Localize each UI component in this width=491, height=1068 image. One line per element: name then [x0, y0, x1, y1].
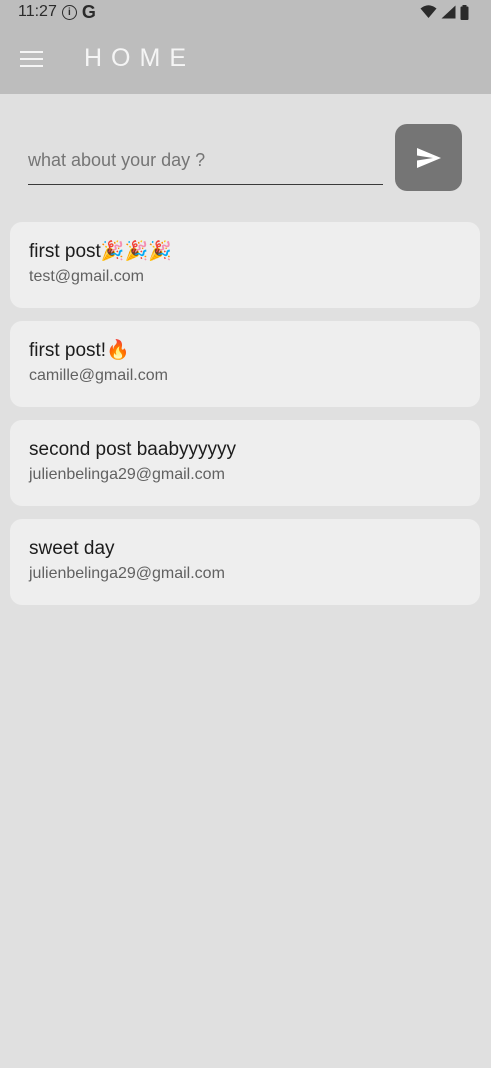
post-author-email: julienbelinga29@gmail.com: [29, 466, 225, 483]
google-icon: G: [81, 1, 96, 22]
send-icon: [416, 147, 441, 168]
post-title: first post!🔥: [29, 340, 130, 361]
status-bar: 11:27 i G: [0, 0, 491, 24]
post-card[interactable]: first post🎉🎉🎉 test@gmail.com: [10, 222, 480, 308]
info-icon: i: [61, 4, 77, 20]
signal-icon: [441, 5, 456, 19]
page-title: HOME: [84, 44, 195, 72]
battery-icon: [460, 4, 469, 20]
post-composer: [28, 123, 464, 193]
status-right: [420, 4, 469, 20]
post-title: first post🎉🎉🎉: [29, 241, 172, 262]
post-card[interactable]: sweet day julienbelinga29@gmail.com: [10, 519, 480, 605]
post-card[interactable]: second post baabyyyyyy julienbelinga29@g…: [10, 420, 480, 506]
post-author-email: julienbelinga29@gmail.com: [29, 565, 225, 582]
status-left: 11:27 i G: [18, 2, 96, 23]
wifi-icon: [420, 5, 437, 18]
app-bar: HOME: [0, 24, 491, 94]
post-author-email: test@gmail.com: [29, 268, 144, 285]
status-time: 11:27: [18, 3, 57, 20]
hamburger-menu-icon[interactable]: [20, 51, 43, 67]
post-author-email: camille@gmail.com: [29, 367, 168, 384]
send-button[interactable]: [395, 124, 462, 191]
post-card[interactable]: first post!🔥 camille@gmail.com: [10, 321, 480, 407]
post-input[interactable]: [28, 137, 383, 185]
post-title: second post baabyyyyyy: [29, 439, 237, 460]
post-list: first post🎉🎉🎉 test@gmail.com first post!…: [10, 222, 480, 618]
post-title: sweet day: [29, 538, 115, 559]
